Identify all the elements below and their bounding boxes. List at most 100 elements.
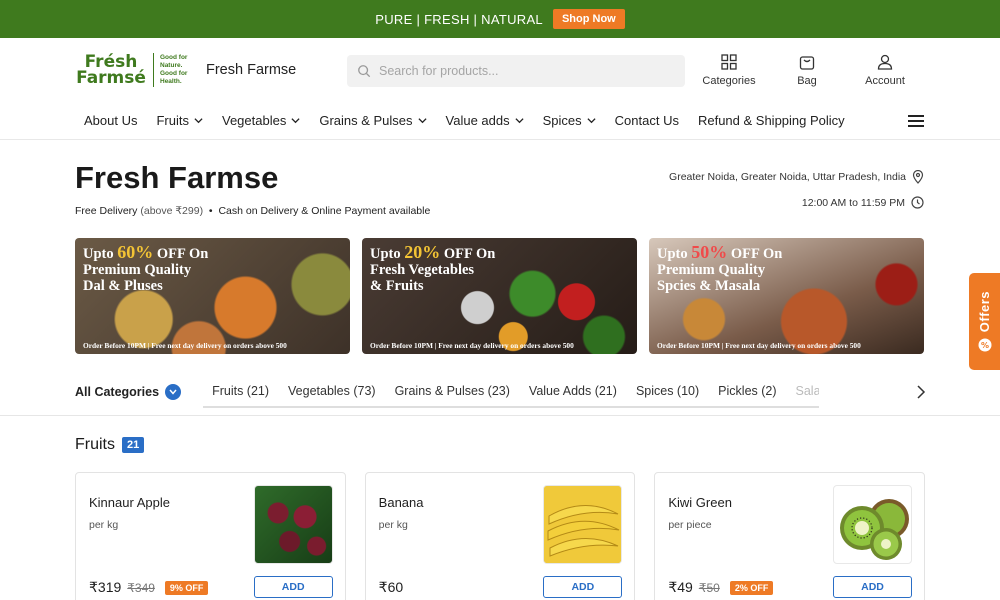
product-image[interactable] — [543, 485, 623, 564]
banner-post: OFF On — [153, 246, 209, 262]
product-name: Banana — [378, 495, 424, 510]
product-image[interactable] — [833, 485, 913, 564]
nav-item-label: Spices — [542, 113, 582, 128]
category-tab-pickles[interactable]: Pickles (2) — [718, 384, 776, 398]
banner-footer: Order Before 10PM | Free next day delive… — [83, 341, 287, 350]
banner-line2: Fresh Vegetables — [370, 262, 475, 278]
grid-icon — [721, 54, 737, 70]
store-location: Greater Noida, Greater Noida, Uttar Prad… — [669, 170, 924, 184]
banner-percent: 20% — [404, 242, 441, 262]
banner-percent: 60% — [117, 242, 154, 262]
product-card[interactable]: Kiwi Green per piece ₹49 ₹50 2% OFF ADD — [654, 472, 926, 600]
banner-footer: Order Before 10PM | Free next day delive… — [370, 341, 574, 350]
store-info: Fresh Farmse Free Delivery (above ₹299) … — [0, 140, 1000, 238]
account-label: Account — [865, 75, 905, 87]
category-tab-vegetables[interactable]: Vegetables (73) — [288, 384, 376, 398]
banner-line3: & Fruits — [370, 278, 424, 294]
nav-item-grains[interactable]: Grains & Pulses — [319, 113, 427, 128]
add-to-cart-button[interactable]: ADD — [833, 576, 913, 598]
category-tab-value-adds[interactable]: Value Adds (21) — [529, 384, 617, 398]
promo-banners: Upto 60% OFF On Premium Quality Dal & Pl… — [0, 238, 1000, 354]
section-title: Fruits — [75, 436, 115, 453]
product-image[interactable] — [253, 485, 333, 564]
header-actions: Categories Bag Account — [700, 53, 914, 87]
product-unit: per kg — [378, 519, 408, 531]
nav-item-label: Vegetables — [221, 113, 287, 128]
logo-wordmark: Frésh Farmsé — [76, 52, 146, 88]
product-card[interactable]: Kinnaur Apple per kg ₹319 ₹349 9% OFF AD… — [75, 472, 346, 600]
search-input[interactable] — [379, 64, 659, 78]
chevron-right-icon[interactable] — [916, 385, 926, 399]
categories-button[interactable]: Categories — [700, 53, 758, 87]
banner-line3: Dal & Pluses — [83, 278, 163, 294]
offers-tab[interactable]: Offers % — [969, 273, 1000, 370]
shop-now-button[interactable]: Shop Now — [552, 9, 625, 29]
store-subtitle: Free Delivery (above ₹299) • Cash on Del… — [75, 205, 431, 217]
nav-item-contact[interactable]: Contact Us — [615, 113, 679, 128]
all-categories-dropdown[interactable]: All Categories — [75, 383, 182, 400]
nav-item-label: Refund & Shipping Policy — [697, 113, 845, 128]
delivery-text: Free Delivery — [75, 205, 138, 217]
add-to-cart-button[interactable]: ADD — [543, 576, 623, 598]
promo-text: PURE | FRESH | NATURAL — [375, 11, 543, 27]
search-bar[interactable] — [347, 55, 685, 87]
nav-item-vegetables[interactable]: Vegetables — [222, 113, 300, 128]
price-current: ₹49 — [668, 579, 693, 595]
nav-item-label: Contact Us — [614, 113, 679, 128]
bag-button[interactable]: Bag — [778, 53, 836, 87]
category-tab-spices[interactable]: Spices (10) — [636, 384, 699, 398]
brand-name[interactable]: Fresh Farmse — [206, 62, 296, 78]
logo[interactable]: Frésh Farmsé Good for Nature. Good for H… — [75, 53, 196, 87]
hamburger-menu-icon[interactable] — [908, 115, 924, 127]
location-pin-icon — [912, 170, 924, 184]
hours-text: 12:00 AM to 11:59 PM — [801, 196, 905, 209]
banner-line2: Premium Quality — [657, 262, 766, 278]
categories-label: Categories — [702, 75, 756, 87]
user-icon — [877, 54, 893, 70]
chevron-down-icon — [165, 383, 182, 400]
category-tab-grains[interactable]: Grains & Pulses (23) — [395, 384, 510, 398]
location-text: Greater Noida, Greater Noida, Uttar Prad… — [669, 171, 906, 183]
banner-line2: Premium Quality — [83, 262, 192, 278]
search-icon — [358, 65, 371, 78]
discount-icon: % — [978, 338, 991, 352]
banner-vegetables-fruits[interactable]: Upto 20% OFF On Fresh Vegetables & Fruit… — [362, 238, 637, 354]
svg-text:%: % — [980, 341, 988, 350]
offers-label: Offers — [977, 290, 992, 333]
add-to-cart-button[interactable]: ADD — [253, 576, 333, 598]
product-card[interactable]: Banana per kg ₹60 ADD — [364, 472, 636, 600]
banner-post: OFF On — [440, 246, 496, 262]
kiwi-illustration — [840, 499, 910, 560]
banner-footer: Order Before 10PM | Free next day delive… — [657, 341, 861, 350]
price-mrp: ₹349 — [127, 580, 155, 595]
nav-item-fruits[interactable]: Fruits — [156, 113, 203, 128]
chevron-down-icon — [515, 118, 524, 124]
nav-item-spices[interactable]: Spices — [543, 113, 596, 128]
product-name: Kinnaur Apple — [89, 495, 170, 510]
store-hours: 12:00 AM to 11:59 PM — [802, 196, 924, 209]
account-button[interactable]: Account — [856, 53, 914, 87]
banner-post: OFF On — [727, 246, 783, 262]
section-count-badge: 21 — [122, 437, 145, 453]
category-scroller[interactable]: Fruits (21) Vegetables (73) Grains & Pul… — [203, 376, 820, 408]
nav-item-about[interactable]: About Us — [84, 113, 137, 128]
chevron-down-icon — [417, 118, 427, 124]
banner-title: Upto 50% OFF On Premium Quality Spcies &… — [657, 243, 783, 294]
discount-badge: 9% OFF — [164, 580, 209, 595]
logo-tagline: Good for Nature. Good for Health. — [160, 54, 188, 85]
banner-pre: Upto — [83, 246, 118, 262]
nav-item-refund-policy[interactable]: Refund & Shipping Policy — [698, 113, 845, 128]
banner-title: Upto 20% OFF On Fresh Vegetables & Fruit… — [370, 242, 496, 294]
chevron-down-icon — [194, 118, 203, 124]
nav-item-label: Fruits — [156, 113, 189, 128]
banana-illustration — [544, 486, 622, 563]
nav-item-value-adds[interactable]: Value adds — [446, 113, 524, 128]
category-tab-salad-greens[interactable]: Salad Greens (3) — [796, 384, 820, 398]
product-unit: per kg — [89, 519, 119, 531]
nav-item-label: Grains & Pulses — [319, 113, 413, 128]
category-tab-fruits[interactable]: Fruits (21) — [212, 384, 269, 398]
payment-text: Cash on Delivery & Online Payment availa… — [218, 205, 431, 217]
banner-spices-masala[interactable]: Upto 50% OFF On Premium Quality Spcies &… — [649, 238, 924, 354]
banner-dal-pulses[interactable]: Upto 60% OFF On Premium Quality Dal & Pl… — [75, 238, 350, 354]
banner-pre: Upto — [657, 246, 692, 262]
